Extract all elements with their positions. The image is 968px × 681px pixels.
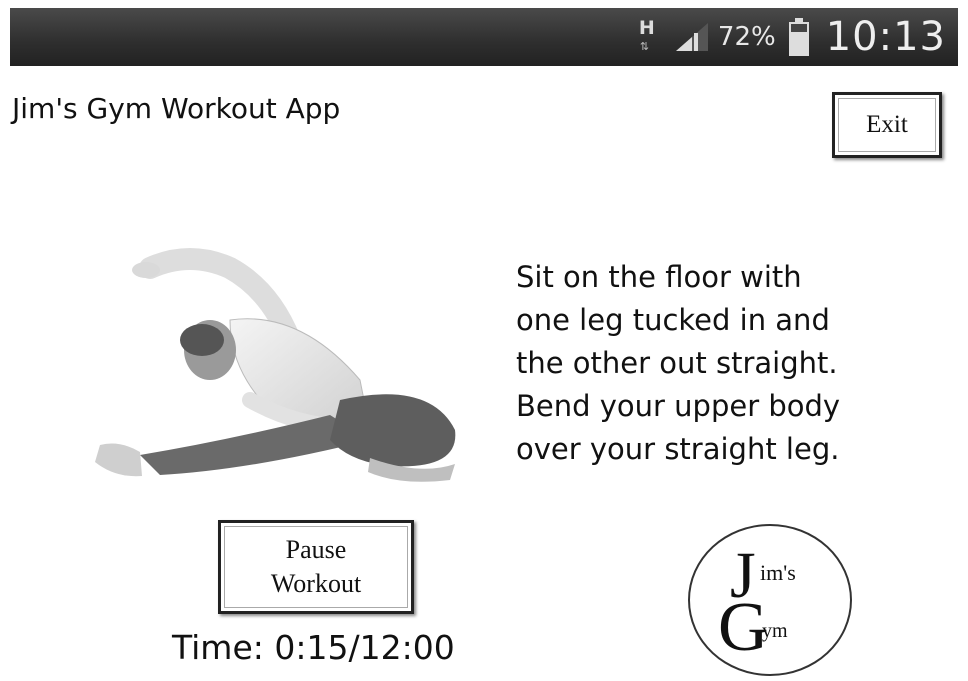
- pause-workout-button[interactable]: Pause Workout: [218, 520, 414, 614]
- pause-button-label-line2: Workout: [270, 569, 362, 598]
- logo-text-bottom: ym: [762, 620, 788, 642]
- status-icons: H ⇅ 72% 10:13: [636, 14, 946, 60]
- instruction-line: Bend your upper body: [516, 389, 841, 423]
- instruction-line: the other out straight.: [516, 346, 838, 380]
- jims-gym-logo: J im's G ym: [688, 524, 852, 676]
- network-h-icon: H ⇅: [636, 17, 662, 57]
- instruction-line: one leg tucked in and: [516, 303, 830, 337]
- instruction-line: over your straight leg.: [516, 432, 840, 466]
- logo-letter-g: G: [718, 589, 769, 666]
- battery-icon: [788, 18, 809, 56]
- signal-strength-icon: [675, 23, 708, 51]
- network-type: H: [638, 17, 655, 39]
- app-window: H ⇅ 72% 10:13 Jim's Gym Workout App Exit: [10, 8, 958, 681]
- exit-button[interactable]: Exit: [832, 92, 942, 158]
- instruction-line: Sit on the floor with: [516, 260, 802, 294]
- status-clock: 10:13: [825, 14, 946, 60]
- exercise-illustration: [95, 248, 456, 482]
- pause-button-label-line1: Pause: [285, 535, 347, 564]
- data-arrows-icon: ⇅: [639, 40, 650, 53]
- status-bar: H ⇅ 72% 10:13: [10, 8, 958, 66]
- workout-timer: Time: 0:15/12:00: [172, 628, 455, 667]
- app-title: Jim's Gym Workout App: [12, 92, 341, 125]
- exercise-instructions: Sit on the floor with one leg tucked in …: [516, 256, 946, 471]
- exit-button-label: Exit: [866, 111, 908, 138]
- battery-percent: 72%: [717, 22, 776, 52]
- logo-text-top: im's: [760, 560, 796, 585]
